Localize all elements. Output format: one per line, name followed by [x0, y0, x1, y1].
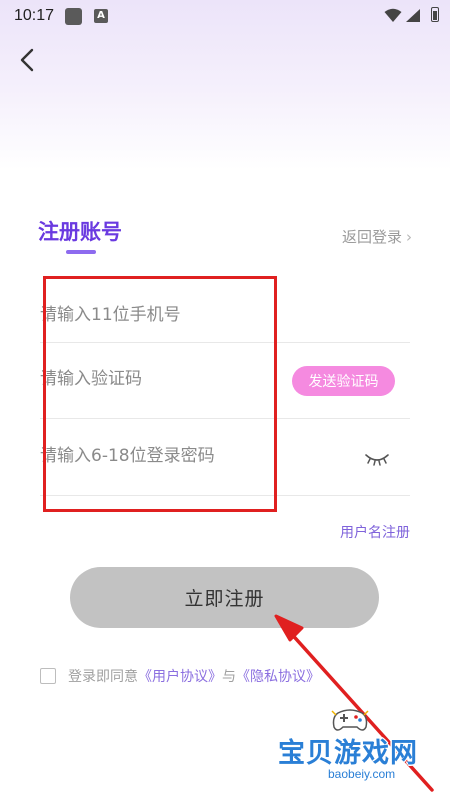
send-code-button[interactable]: 发送验证码 [292, 366, 395, 396]
page-title: 注册账号 [38, 220, 122, 244]
status-bar: 10:17 A [0, 0, 450, 32]
watermark-name: 宝贝游戏网 [278, 738, 418, 769]
username-register-link[interactable]: 用户名注册 [340, 522, 410, 542]
signal-icon [406, 9, 420, 22]
eye-closed-icon[interactable] [364, 448, 390, 468]
chevron-right-icon: › [406, 228, 412, 246]
agreement-row: 登录即同意 《用户协议》 与 《隐私协议》 [40, 666, 320, 686]
title-underline [66, 250, 96, 254]
back-to-login-label: 返回登录 [341, 228, 402, 246]
annotation-highlight-box [43, 276, 277, 512]
agreement-and: 与 [222, 669, 236, 685]
back-arrow-icon [20, 48, 34, 72]
a-notification-icon: A [94, 9, 108, 23]
back-button[interactable] [14, 44, 42, 76]
register-button[interactable]: 立即注册 [70, 567, 379, 628]
watermark: 宝贝游戏网 baobeiy.com [278, 705, 438, 797]
back-to-login-link[interactable]: 返回登录 › [342, 226, 412, 247]
app-notification-icon [65, 8, 82, 25]
user-agreement-link[interactable]: 《用户协议》 [138, 666, 222, 686]
battery-icon [431, 7, 439, 22]
agreement-checkbox[interactable] [40, 668, 56, 684]
watermark-url: baobeiy.com [328, 767, 396, 781]
wifi-icon [384, 8, 402, 22]
privacy-policy-link[interactable]: 《隐私协议》 [236, 666, 320, 686]
status-time: 10:17 [14, 7, 55, 24]
agreement-prefix: 登录即同意 [68, 669, 138, 685]
